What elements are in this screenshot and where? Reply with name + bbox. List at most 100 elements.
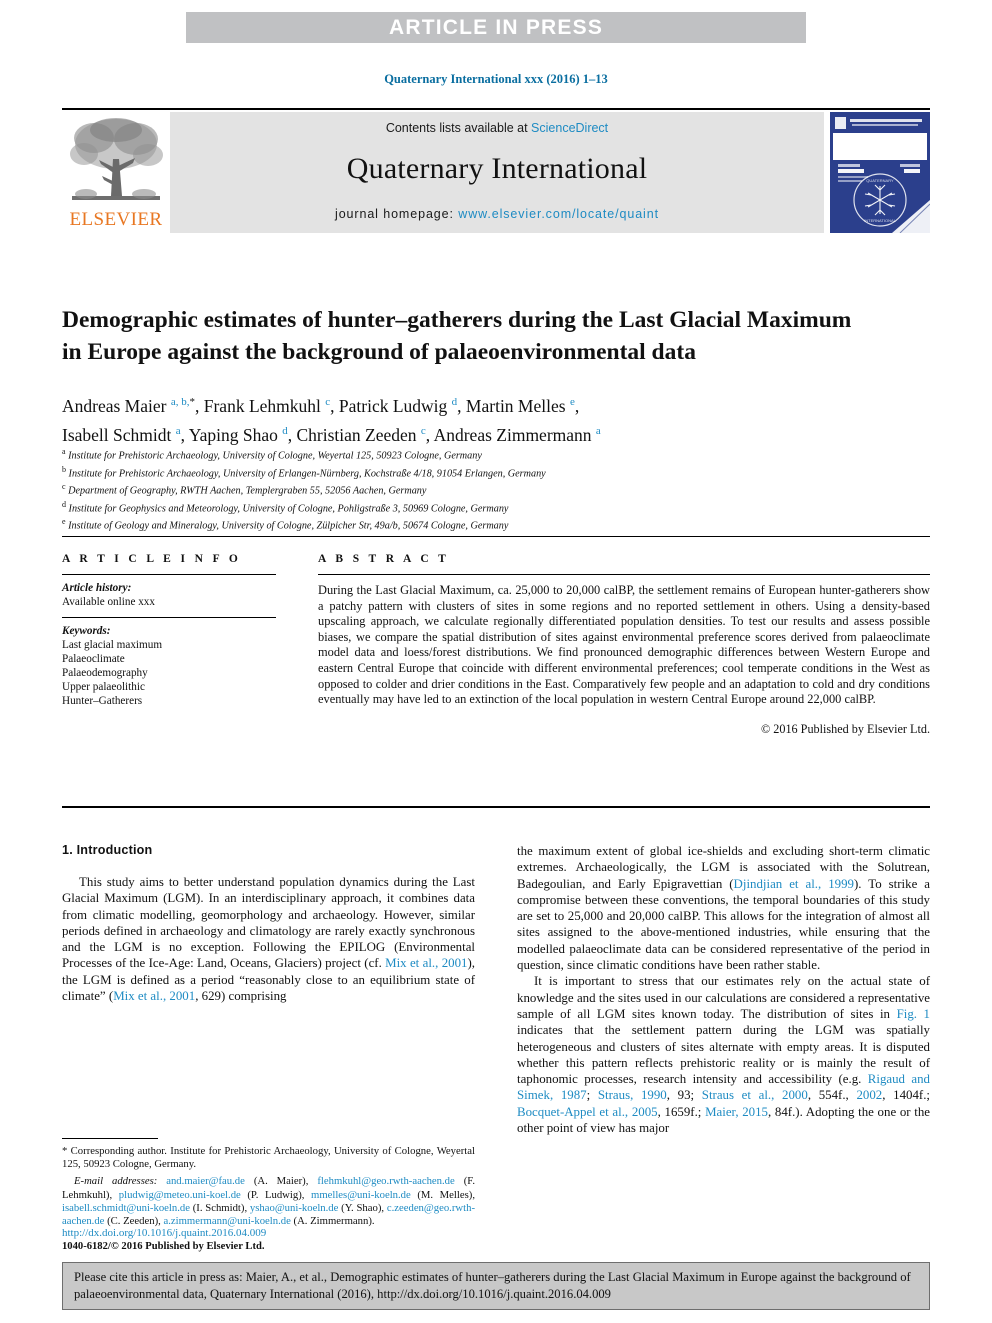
citation-straus-1990[interactable]: Straus, 1990	[598, 1088, 667, 1102]
email-link-schmidt[interactable]: isabell.schmidt@uni-koeln.de	[62, 1202, 190, 1214]
citation-maier-2015[interactable]: Maier, 2015	[705, 1105, 768, 1119]
journal-title: Quaternary International	[346, 152, 648, 185]
affiliation-text: Institute for Prehistoric Archaeology, U…	[68, 467, 546, 479]
author-name: Martin Melles	[465, 395, 566, 416]
citation-straus-2000[interactable]: Straus et al., 2000	[702, 1088, 808, 1102]
journal-homepage-line: journal homepage: www.elsevier.com/locat…	[170, 207, 824, 221]
author-affil-marks: a, b,	[170, 396, 190, 408]
author-sep: ,	[287, 424, 297, 445]
email-link-shao[interactable]: yshao@uni-koeln.de	[250, 1202, 339, 1214]
citation-djindjian-1999[interactable]: Djindjian et al., 1999	[734, 877, 854, 891]
citation-box: Please cite this article in press as: Ma…	[62, 1262, 930, 1310]
article-history-value: Available online xxx	[62, 596, 155, 608]
doi-block: http://dx.doi.org/10.1016/j.quaint.2016.…	[62, 1226, 482, 1254]
affiliation-e: e Institute of Geology and Mineralogy, U…	[62, 515, 902, 533]
keyword-item: Palaeoclimate	[62, 653, 125, 665]
doi-link[interactable]: http://dx.doi.org/10.1016/j.quaint.2016.…	[62, 1226, 482, 1240]
author-christian-zeeden: Christian Zeeden c	[297, 425, 426, 445]
abstract-text: During the Last Glacial Maximum, ca. 25,…	[318, 583, 930, 707]
keyword-item: Last glacial maximum	[62, 639, 163, 651]
footnote-block: * Corresponding author. Institute for Pr…	[62, 1138, 475, 1228]
author-name: Andreas Maier	[62, 395, 167, 416]
email-owner-maier: (A. Maier),	[253, 1175, 309, 1188]
affiliation-c: c Department of Geography, RWTH Aachen, …	[62, 480, 902, 498]
affiliation-text: Department of Geography, RWTH Aachen, Te…	[68, 485, 427, 497]
email-link-ludwig[interactable]: pludwig@meteo.uni-koel.de	[119, 1189, 241, 1201]
author-sep: ,	[457, 395, 466, 416]
band-bottom-rule	[62, 806, 930, 808]
affiliation-mark: a	[62, 447, 66, 456]
author-name: Yaping Shao	[188, 424, 278, 445]
author-frank-lehmkuhl: Frank Lehmkuhl c	[204, 396, 330, 416]
email-addresses-label: E-mail addresses:	[74, 1175, 158, 1188]
article-history-block: Article history: Available online xxx	[62, 575, 276, 617]
author-andreas-maier: Andreas Maier a, b,*	[62, 396, 195, 416]
elsevier-tree-icon	[70, 118, 163, 200]
email-owner-shao: (Y. Shao),	[341, 1201, 385, 1214]
affiliation-d: d Institute for Geophysics and Meteorolo…	[62, 498, 902, 516]
keyword-item: Palaeodemography	[62, 667, 148, 679]
corresponding-author-note: * Corresponding author. Institute for Pr…	[62, 1145, 475, 1171]
article-info-heading: A R T I C L E I N F O	[62, 553, 242, 565]
email-link-melles[interactable]: mmelles@uni-koeln.de	[311, 1189, 411, 1201]
author-sep: ,	[195, 395, 204, 416]
affiliation-a: a Institute for Prehistoric Archaeology,…	[62, 445, 902, 463]
svg-text:QUATERNARY: QUATERNARY	[866, 178, 894, 183]
journal-reference-line: Quaternary International xxx (2016) 1–13	[384, 72, 608, 86]
abstract-heading: A B S T R A C T	[318, 553, 450, 565]
body-column-left: 1. Introduction This study aims to bette…	[62, 843, 475, 1136]
article-info-column: A R T I C L E I N F O Article history: A…	[62, 553, 296, 737]
author-isabell-schmidt: Isabell Schmidt a	[62, 425, 181, 445]
email-link-lehmkuhl[interactable]: flehmkuhl@geo.rwth-aachen.de	[317, 1175, 454, 1187]
body-column-right: the maximum extent of global ice-shields…	[517, 843, 930, 1136]
elsevier-wordmark: ELSEVIER	[69, 209, 163, 230]
email-addresses-note: E-mail addresses: and.maier@fau.de (A. M…	[62, 1175, 475, 1228]
affiliation-mark: e	[62, 517, 66, 527]
email-owner-schmidt: (I. Schmidt),	[192, 1201, 248, 1214]
citation-mix-2001-b[interactable]: Mix et al., 2001	[113, 989, 195, 1003]
journal-cover-thumbnail: QUATERNARY INTERNATIONAL	[830, 112, 931, 234]
author-sep: ,	[330, 395, 339, 416]
intro-paragraph-2: the maximum extent of global ice-shields…	[517, 844, 930, 973]
affiliation-list: a Institute for Prehistoric Archaeology,…	[62, 445, 902, 533]
author-andreas-zimmermann: Andreas Zimmermann a	[434, 425, 601, 445]
affiliation-text: Institute of Geology and Mineralogy, Uni…	[68, 520, 509, 532]
intro-paragraph-3: It is important to stress that our estim…	[517, 974, 931, 1136]
citation-mix-2001-a[interactable]: Mix et al., 2001	[385, 956, 467, 970]
author-name: Patrick Ludwig	[338, 395, 448, 416]
svg-text:INTERNATIONAL: INTERNATIONAL	[864, 218, 896, 223]
section-heading-introduction: 1. Introduction	[62, 843, 153, 857]
affiliation-b: b Institute for Prehistoric Archaeology,…	[62, 463, 902, 481]
affiliation-mark: b	[62, 464, 66, 474]
author-yaping-shao: Yaping Shao d	[189, 425, 288, 445]
issn-copyright-line: 1040-6182/© 2016 Published by Elsevier L…	[62, 1241, 265, 1252]
author-name: Christian Zeeden	[296, 424, 417, 445]
article-in-press-label: ARTICLE IN PRESS	[388, 15, 604, 39]
author-sep: ,	[425, 424, 434, 445]
author-martin-melles: Martin Melles e	[466, 396, 575, 416]
article-history-label: Article history:	[62, 582, 132, 594]
affiliation-mark: d	[62, 499, 66, 509]
author-name: Frank Lehmkuhl	[203, 395, 321, 416]
contents-prefix: Contents lists available at	[385, 121, 532, 135]
masthead-center-panel: Contents lists available at ScienceDirec…	[170, 112, 824, 233]
keywords-label: Keywords:	[62, 625, 111, 637]
abstract-copyright: © 2016 Published by Elsevier Ltd.	[760, 721, 930, 736]
author-name: Andreas Zimmermann	[433, 424, 592, 445]
figure-reference-fig1[interactable]: Fig. 1	[897, 1007, 930, 1021]
abstract-column: A B S T R A C T During the Last Glacial …	[296, 553, 930, 737]
email-link-maier[interactable]: and.maier@fau.de	[166, 1175, 245, 1187]
author-list: Andreas Maier a, b,*, Frank Lehmkuhl c, …	[62, 390, 902, 448]
contents-available-line: Contents lists available at ScienceDirec…	[170, 112, 824, 135]
affiliation-mark: c	[62, 482, 66, 492]
email-owner-melles: (M. Melles),	[417, 1188, 475, 1201]
author-patrick-ludwig: Patrick Ludwig d	[339, 396, 457, 416]
keyword-item: Hunter–Gatherers	[62, 695, 143, 707]
citation-straus-2002[interactable]: 2002	[856, 1088, 882, 1102]
citation-box-text: Please cite this article in press as: Ma…	[74, 1270, 911, 1301]
sciencedirect-link[interactable]: ScienceDirect	[531, 121, 608, 135]
info-abstract-band: A R T I C L E I N F O Article history: A…	[62, 536, 930, 737]
homepage-url-link[interactable]: www.elsevier.com/locate/quaint	[458, 207, 659, 221]
affiliation-text: Institute for Prehistoric Archaeology, U…	[68, 450, 482, 462]
citation-bocquet-appel-2005[interactable]: Bocquet-Appel et al., 2005	[517, 1105, 658, 1119]
